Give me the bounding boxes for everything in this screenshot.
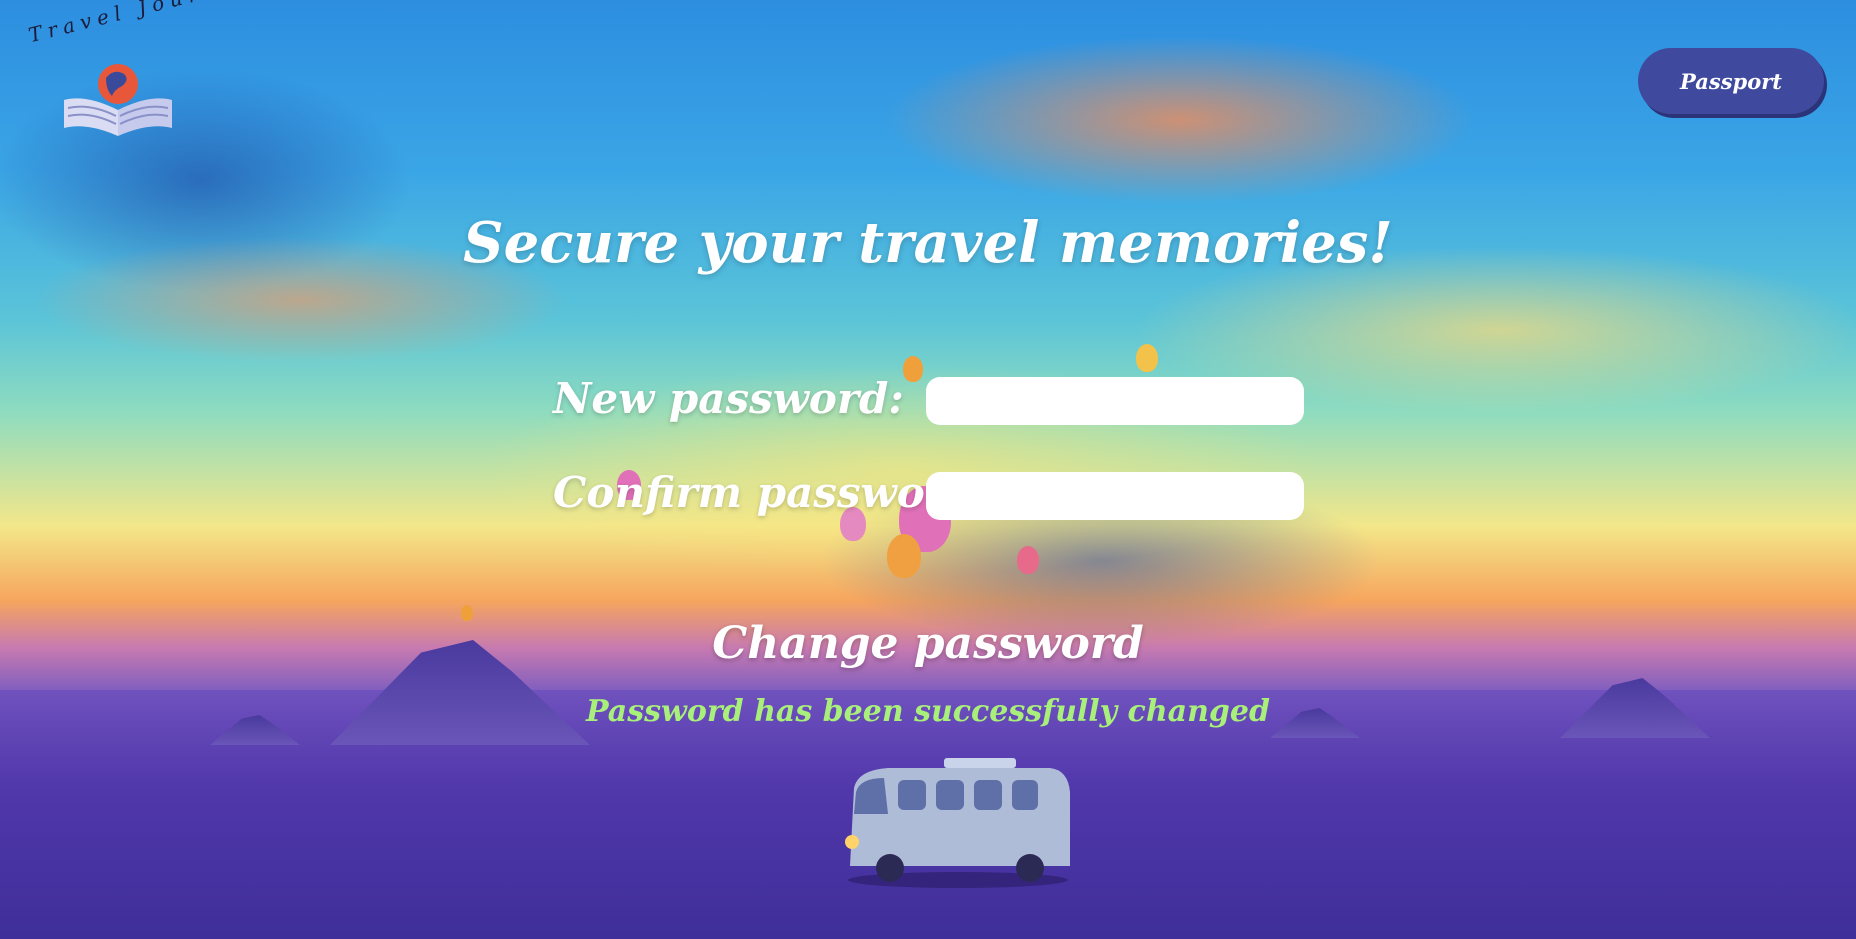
travel-journal-logo[interactable]: Travel Journal bbox=[26, 0, 253, 138]
van-illustration bbox=[845, 758, 1070, 888]
balloon-decoration bbox=[1017, 546, 1039, 574]
confirm-password-input[interactable] bbox=[926, 472, 1304, 520]
new-password-label: New password: bbox=[553, 374, 904, 423]
balloon-decoration bbox=[903, 356, 923, 382]
change-password-container: Change password bbox=[0, 618, 1856, 669]
balloon-decoration bbox=[887, 534, 921, 578]
balloon-decoration bbox=[1136, 344, 1158, 372]
page-title: Secure your travel memories! bbox=[463, 210, 1393, 276]
change-password-button[interactable]: Change password bbox=[712, 618, 1144, 669]
new-password-input[interactable] bbox=[926, 377, 1304, 425]
passport-button[interactable]: Passport bbox=[1638, 48, 1824, 114]
book-globe-icon bbox=[64, 64, 172, 136]
success-message: Password has been successfully changed bbox=[586, 694, 1270, 729]
